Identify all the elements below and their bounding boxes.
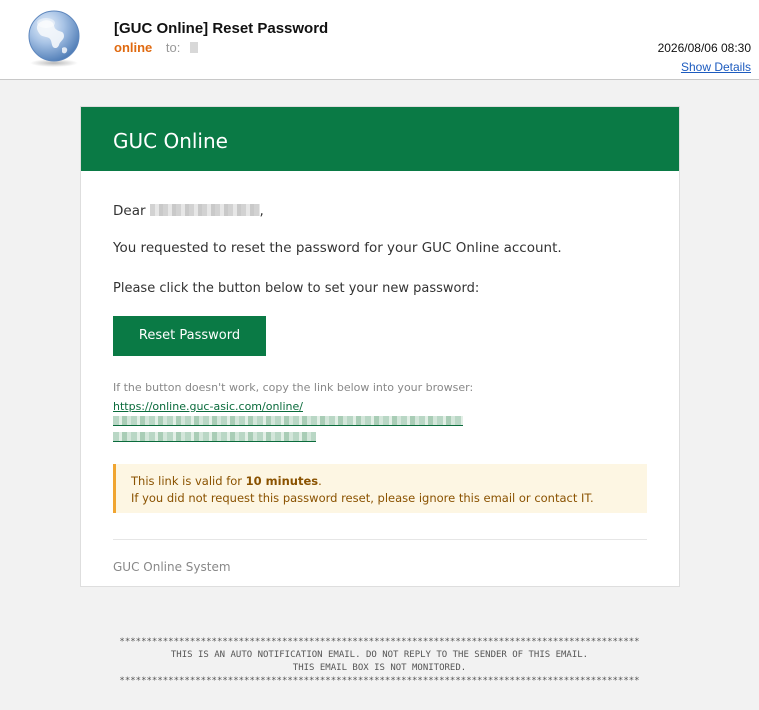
stars-bottom: ****************************************… [119,676,640,686]
validity-suffix: . [318,474,322,488]
request-paragraph: You requested to reset the password for … [113,240,562,256]
to-label: to: [165,40,181,55]
globe-icon [28,10,80,67]
email-card: GUC Online Dear, You requested to reset … [80,106,680,587]
sender-name[interactable]: online [114,40,152,55]
reset-link-text[interactable]: https://online.guc-asic.com/online/ [113,400,303,413]
validity-notice: This link is valid for 10 minutes. If yo… [113,464,647,513]
mail-header: [GUC Online] Reset Password online to: 2… [0,0,759,80]
fallback-note: If the button doesn't work, copy the lin… [113,381,474,394]
greeting-suffix: , [259,203,264,219]
greeting-prefix: Dear [113,203,146,219]
show-details-link[interactable]: Show Details [681,60,751,74]
ignore-line: If you did not request this password res… [131,491,594,505]
email-card-body: Dear, You requested to reset the passwor… [81,203,679,574]
mail-date: 2026/08/06 08:30 [657,41,751,55]
mail-subject: [GUC Online] Reset Password [114,20,329,37]
footer-signature: GUC Online System [113,560,231,574]
reset-link-token-redacted-continued[interactable] [113,432,316,442]
validity-line: This link is valid for 10 minutes. [131,473,647,490]
email-card-header: GUC Online [81,107,679,171]
reset-link[interactable]: https://online.guc-asic.com/online/ [113,399,647,442]
sender-line: online to: [114,40,198,55]
validity-duration: 10 minutes [245,474,319,488]
stars-top: ****************************************… [119,637,640,647]
auto-notice-line-2: THIS EMAIL BOX IS NOT MONITORED. [292,663,467,673]
divider [113,539,647,540]
auto-notice-line-1: THIS IS AN AUTO NOTIFICATION EMAIL. DO N… [170,650,589,660]
brand-title: GUC Online [113,129,228,153]
greeting: Dear, [113,203,647,219]
instruction-paragraph: Please click the button below to set you… [113,281,480,296]
validity-prefix: This link is valid for [131,474,243,488]
reset-link-token-redacted[interactable] [113,416,463,426]
recipient-redacted [190,42,198,53]
recipient-email-redacted [149,204,260,216]
auto-notification: ****************************************… [0,636,759,688]
reset-password-button[interactable]: Reset Password [113,316,266,356]
